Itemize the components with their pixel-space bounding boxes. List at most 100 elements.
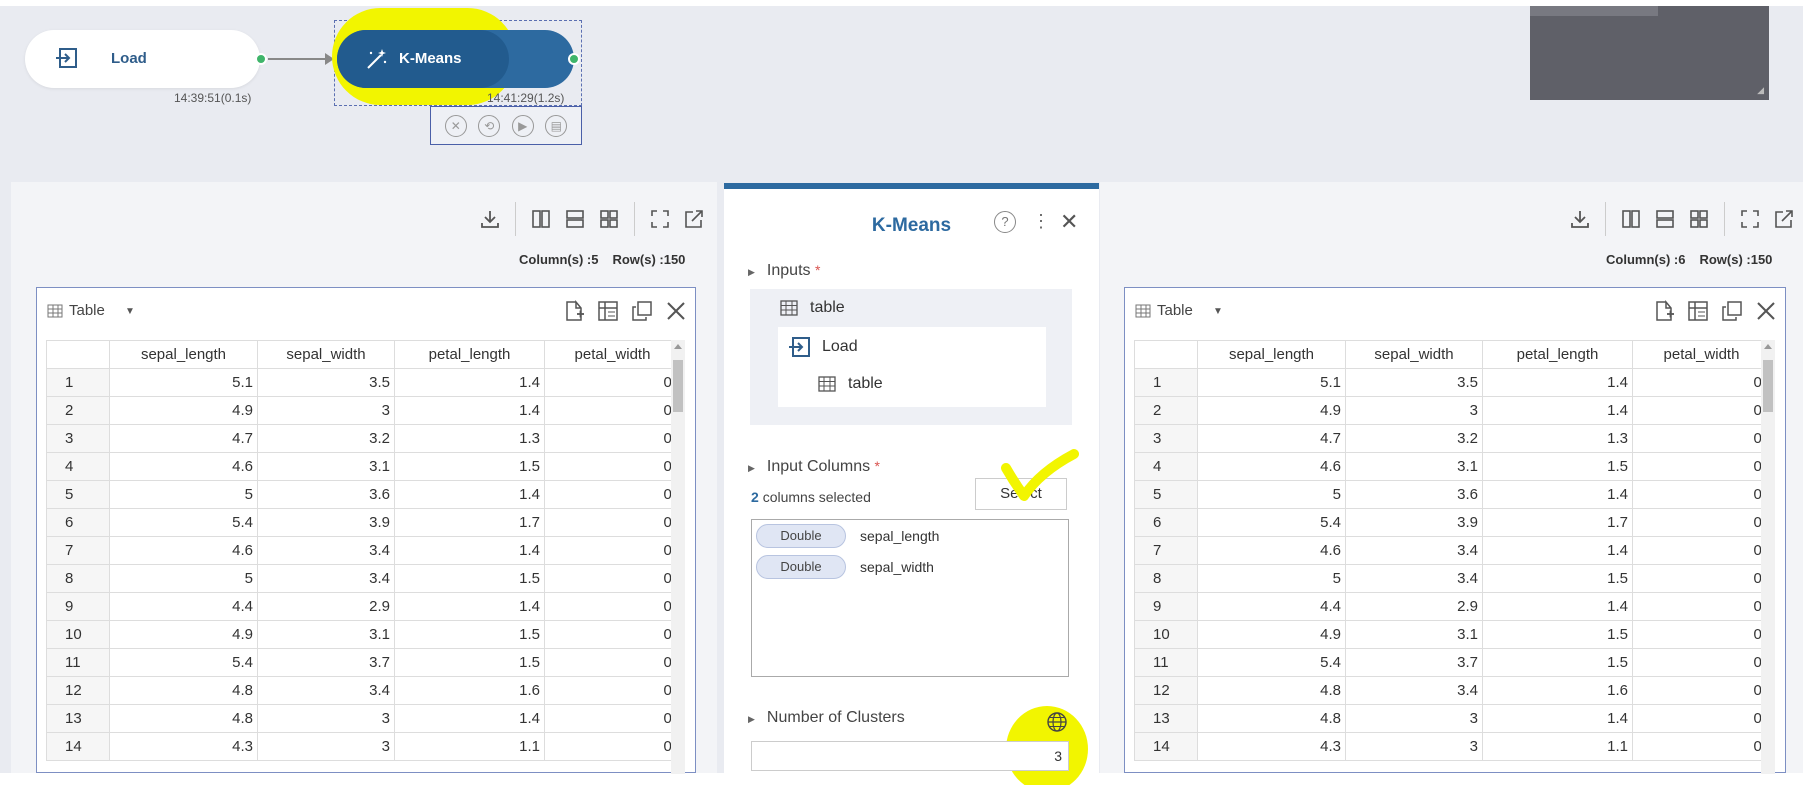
table-row[interactable]: 7 4.6 3.4 1.4 0. — [46, 536, 681, 565]
column-header[interactable]: petal_length — [394, 340, 545, 369]
table-cell[interactable]: 0. — [544, 396, 681, 425]
table-cell[interactable]: 1.4 — [394, 396, 545, 425]
table-cell[interactable]: 4.9 — [109, 620, 258, 649]
table-cell[interactable]: 0. — [544, 368, 681, 397]
table-cell[interactable]: 0. — [544, 732, 681, 761]
input-source-load[interactable]: Load — [788, 335, 858, 359]
table-cell[interactable]: 1.4 — [394, 704, 545, 733]
chevron-down-icon[interactable]: ▼ — [1213, 306, 1223, 317]
table-cell[interactable]: 1.5 — [1482, 648, 1633, 677]
table-cell[interactable]: 5.4 — [109, 648, 258, 677]
table-cell[interactable]: 5 — [1197, 564, 1346, 593]
table-cell[interactable]: 1.5 — [394, 648, 545, 677]
download-icon[interactable] — [1563, 204, 1597, 234]
table-settings-icon[interactable] — [597, 300, 619, 322]
table-row[interactable]: 14 4.3 3 1.1 0. — [46, 732, 681, 761]
table-cell[interactable]: 1.1 — [1482, 732, 1633, 761]
list-item[interactable]: Double sepal_length — [756, 524, 939, 548]
table-cell[interactable]: 0. — [1632, 648, 1771, 677]
table-cell[interactable]: 1.5 — [394, 620, 545, 649]
table-cell[interactable]: 4.9 — [1197, 620, 1346, 649]
chevron-down-icon[interactable]: ▼ — [125, 306, 135, 317]
table-cell[interactable]: 4.6 — [1197, 536, 1346, 565]
table-cell[interactable]: 4.6 — [109, 452, 258, 481]
table-cell[interactable]: 2.9 — [1345, 592, 1483, 621]
table-cell[interactable]: 3.6 — [257, 480, 395, 509]
table-row[interactable]: 11 5.4 3.7 1.5 0. — [1134, 648, 1771, 677]
table-cell[interactable]: 0. — [1632, 480, 1771, 509]
download-icon[interactable] — [473, 204, 507, 234]
table-cell[interactable]: 3.5 — [257, 368, 395, 397]
table-cell[interactable]: 1.6 — [394, 676, 545, 705]
grid-layout-icon[interactable] — [1682, 204, 1716, 234]
table-cell[interactable]: 3.1 — [1345, 620, 1483, 649]
table-row[interactable]: 4 4.6 3.1 1.5 0. — [46, 452, 681, 481]
table-cell[interactable]: 1.5 — [1482, 452, 1633, 481]
vertical-scrollbar[interactable] — [671, 340, 685, 774]
table-cell[interactable]: 0. — [1632, 676, 1771, 705]
table-cell[interactable]: 3.4 — [1345, 536, 1483, 565]
table-row[interactable]: 3 4.7 3.2 1.3 0. — [1134, 424, 1771, 453]
globe-icon[interactable] — [1046, 711, 1068, 733]
table-cell[interactable]: 0. — [1632, 396, 1771, 425]
scrollbar-thumb[interactable] — [1763, 360, 1773, 412]
table-cell[interactable]: 0. — [544, 620, 681, 649]
table-cell[interactable]: 0. — [1632, 732, 1771, 761]
kmeans-output-port[interactable] — [568, 53, 580, 65]
table-cell[interactable]: 3.7 — [257, 648, 395, 677]
table-cell[interactable]: 1.3 — [394, 424, 545, 453]
popout-icon[interactable] — [677, 204, 711, 234]
table-row[interactable]: 12 4.8 3.4 1.6 0. — [1134, 676, 1771, 705]
input-table-row[interactable]: table — [780, 299, 845, 317]
right-data-table[interactable]: sepal_length sepal_width petal_length petal… — [1134, 340, 1771, 761]
split-vertical-icon[interactable] — [1614, 204, 1648, 234]
table-cell[interactable]: 4.3 — [109, 732, 258, 761]
table-cell[interactable]: 1.4 — [1482, 592, 1633, 621]
table-cell[interactable]: 1.7 — [394, 508, 545, 537]
table-cell[interactable]: 1.7 — [1482, 508, 1633, 537]
view-type-label[interactable]: Table — [69, 302, 105, 319]
table-cell[interactable]: 5.4 — [1197, 648, 1346, 677]
table-cell[interactable]: 3 — [257, 704, 395, 733]
table-cell[interactable]: 3 — [1345, 732, 1483, 761]
fullscreen-icon[interactable] — [1733, 204, 1767, 234]
table-cell[interactable]: 0. — [544, 536, 681, 565]
table-row[interactable]: 6 5.4 3.9 1.7 0. — [46, 508, 681, 537]
table-cell[interactable]: 0. — [544, 704, 681, 733]
table-cell[interactable]: 4.8 — [1197, 676, 1346, 705]
table-cell[interactable]: 4.9 — [1197, 396, 1346, 425]
fullscreen-icon[interactable] — [643, 204, 677, 234]
table-row[interactable]: 14 4.3 3 1.1 0. — [1134, 732, 1771, 761]
table-row[interactable]: 13 4.8 3 1.4 0. — [46, 704, 681, 733]
table-cell[interactable]: 1.5 — [1482, 564, 1633, 593]
table-cell[interactable]: 1.4 — [394, 592, 545, 621]
table-cell[interactable]: 5.4 — [1197, 508, 1346, 537]
table-cell[interactable]: 1.6 — [1482, 676, 1633, 705]
column-header[interactable]: petal_width — [544, 340, 681, 369]
table-cell[interactable]: 3.4 — [257, 536, 395, 565]
table-cell[interactable]: 3 — [1345, 704, 1483, 733]
table-cell[interactable]: 4.6 — [1197, 452, 1346, 481]
table-cell[interactable]: 3.2 — [257, 424, 395, 453]
split-horizontal-icon[interactable] — [558, 204, 592, 234]
table-row[interactable]: 4 4.6 3.1 1.5 0. — [1134, 452, 1771, 481]
column-header[interactable]: petal_width — [1632, 340, 1771, 369]
table-row[interactable]: 9 4.4 2.9 1.4 0. — [1134, 592, 1771, 621]
table-cell[interactable]: 0. — [544, 592, 681, 621]
branch-icon[interactable]: ⟲ — [478, 114, 501, 137]
table-cell[interactable]: 0. — [1632, 508, 1771, 537]
clusters-section-header[interactable]: ▶ Number of Clusters — [748, 709, 905, 727]
table-cell[interactable]: 5 — [109, 480, 258, 509]
more-options-icon[interactable]: ⋮ — [1032, 211, 1050, 232]
table-cell[interactable]: 1.3 — [1482, 424, 1633, 453]
input-columns-section-header[interactable]: ▶ Input Columns * — [748, 458, 880, 476]
popout-icon[interactable] — [1767, 204, 1801, 234]
table-cell[interactable]: 1.4 — [1482, 480, 1633, 509]
table-cell[interactable]: 4.4 — [109, 592, 258, 621]
table-cell[interactable]: 1.5 — [394, 452, 545, 481]
table-row[interactable]: 8 5 3.4 1.5 0. — [1134, 564, 1771, 593]
table-row[interactable]: 6 5.4 3.9 1.7 0. — [1134, 508, 1771, 537]
table-cell[interactable]: 4.6 — [109, 536, 258, 565]
table-row[interactable]: 10 4.9 3.1 1.5 0. — [1134, 620, 1771, 649]
clusters-input[interactable]: 3 — [751, 741, 1069, 771]
